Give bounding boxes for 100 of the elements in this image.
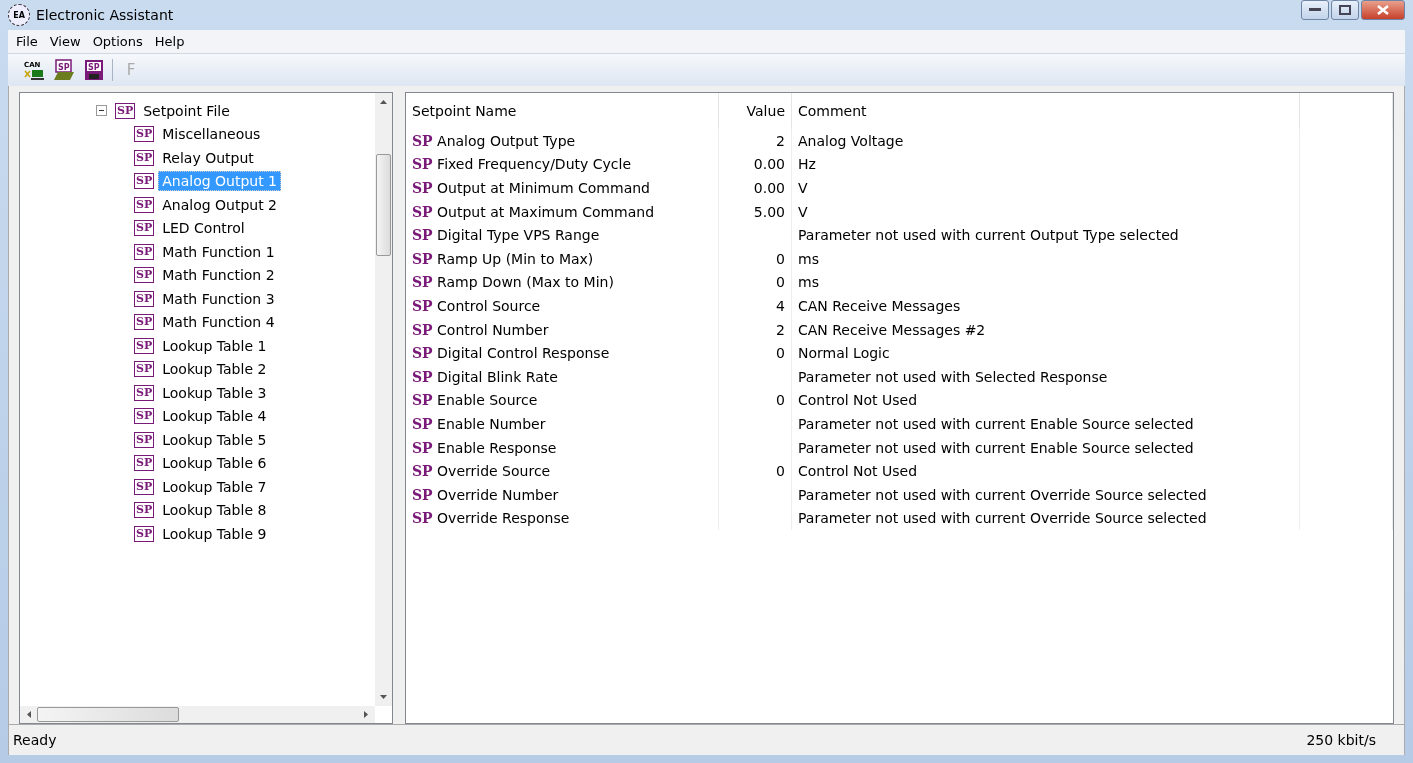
setpoint-icon: SP [412, 345, 433, 362]
setpoint-icon: SP [134, 408, 155, 425]
tree-item[interactable]: LED Control [158, 218, 249, 239]
setpoint-icon: SP [412, 368, 433, 385]
tree-item[interactable]: Math Function 2 [158, 265, 279, 286]
tree-item[interactable]: Lookup Table 8 [158, 500, 271, 521]
table-cell: 2 [776, 132, 785, 149]
table-cell: Normal Logic [798, 345, 890, 362]
table-cell: Output at Minimum Command [437, 180, 650, 196]
column-header[interactable]: Setpoint Name [406, 93, 719, 129]
tree-item[interactable]: Math Function 1 [158, 241, 279, 262]
tree-item[interactable]: Relay Output [158, 147, 258, 168]
table-cell: Parameter not used with current Enable Source selected [798, 415, 1194, 432]
menu-item[interactable]: File [10, 34, 44, 49]
table-cell: Digital Control Response [437, 345, 610, 362]
setpoint-icon: SP [412, 439, 433, 456]
table-cell: Fixed Frequency/Duty Cycle [437, 156, 631, 173]
setpoint-icon: SP [412, 250, 433, 267]
table-cell: ms [798, 250, 819, 267]
minimize-button[interactable] [1301, 0, 1329, 20]
table-cell: Parameter not used with current Output Type selected [798, 227, 1179, 244]
menu-item[interactable]: Options [86, 34, 149, 49]
tree-item[interactable]: Math Function 4 [158, 312, 279, 333]
table-cell: V [798, 180, 808, 196]
setpoint-icon: SP [412, 486, 433, 503]
setpoint-icon: SP [134, 502, 155, 519]
maximize-button[interactable] [1331, 0, 1359, 20]
setpoint-icon: SP [412, 132, 433, 149]
menu-item[interactable]: View [43, 34, 87, 49]
scroll-thumb[interactable] [376, 154, 391, 256]
table-cell: Control Number [437, 321, 549, 338]
tree-item[interactable]: Lookup Table 9 [158, 523, 271, 544]
setpoint-icon: SP [412, 274, 433, 291]
setpoint-icon: SP [134, 455, 155, 472]
table-cell: CAN Receive Messages [798, 297, 961, 314]
table-cell: 5.00 [753, 203, 785, 220]
table-cell: Digital Blink Rate [437, 368, 558, 385]
tree-item[interactable]: Lookup Table 7 [158, 476, 271, 497]
setpoint-icon: SP [412, 297, 433, 314]
setpoint-icon: SP [134, 290, 155, 307]
minimize-icon [1309, 8, 1321, 12]
table-cell: Ramp Down (Max to Min) [437, 274, 614, 291]
tree-item[interactable]: Lookup Table 6 [158, 453, 271, 474]
app-logo-icon: EA [8, 4, 30, 26]
bitrate-status: 250 kbit/s [1306, 732, 1376, 748]
setpoint-icon: SP [412, 392, 433, 409]
tree-item[interactable]: Lookup Table 3 [158, 382, 271, 403]
open-file-button[interactable]: SP [52, 58, 76, 82]
tree-item[interactable]: Analog Output 2 [158, 194, 282, 215]
column-header[interactable]: Value [718, 93, 792, 129]
horizontal-scrollbar[interactable] [20, 706, 375, 723]
menu-item[interactable]: Help [148, 34, 191, 49]
setpoint-icon: SP [412, 156, 433, 173]
tree-item[interactable]: Lookup Table 5 [158, 429, 271, 450]
close-button[interactable] [1361, 0, 1405, 20]
tree-item[interactable]: Miscellaneous [158, 124, 265, 145]
setpoint-icon: SP [134, 173, 155, 190]
table-cell: Output at Maximum Command [437, 203, 655, 220]
table-cell: 0 [776, 345, 785, 362]
tree-item[interactable]: Lookup Table 4 [158, 406, 271, 427]
setpoint-icon: SP [134, 384, 155, 401]
tree-item[interactable]: Math Function 3 [158, 288, 279, 309]
table-cell: Control Not Used [798, 463, 918, 480]
table-cell: Parameter not used with current Enable Source selected [798, 439, 1194, 456]
tree-item[interactable]: Lookup Table 2 [158, 359, 271, 380]
setpoint-icon: SP [134, 196, 155, 213]
setpoint-icon: SP [134, 126, 155, 143]
table-cell: Ramp Up (Min to Max) [437, 250, 594, 267]
setpoint-icon: SP [134, 243, 155, 260]
tree-item[interactable]: Setpoint File [139, 100, 234, 121]
setpoint-icon: SP [412, 510, 433, 527]
table-cell: Analog Output Type [437, 132, 576, 149]
setpoint-file-icon: SP [115, 102, 136, 119]
setpoint-icon: SP [134, 431, 155, 448]
table-cell: CAN Receive Messages #2 [798, 321, 986, 338]
column-header[interactable]: Comment [791, 93, 1300, 129]
window-title: Electronic Assistant [36, 7, 174, 23]
table-cell: 4 [776, 297, 785, 314]
setpoint-icon: SP [412, 415, 433, 432]
setpoint-icon: SP [134, 267, 155, 284]
setpoint-icon: SP [134, 478, 155, 495]
table-cell: Analog Voltage [798, 132, 904, 149]
scroll-thumb[interactable] [37, 707, 179, 722]
table-cell: 2 [776, 321, 785, 338]
table-cell: V [798, 203, 808, 220]
tree-item[interactable]: Lookup Table 1 [158, 335, 271, 356]
table-cell: Enable Source [437, 392, 538, 409]
table-cell: Enable Response [437, 439, 557, 456]
table-cell: 0 [776, 463, 785, 480]
table-cell: Control Source [437, 297, 541, 314]
collapse-toggle[interactable] [96, 105, 107, 117]
table-cell: Parameter not used with Selected Response [798, 368, 1108, 385]
table-cell: Hz [798, 156, 816, 173]
table-cell: 0.00 [753, 156, 785, 173]
setpoint-icon: SP [412, 321, 433, 338]
table-cell: 0.00 [753, 180, 785, 196]
save-file-button[interactable]: SP [82, 58, 106, 82]
table-cell: Enable Number [437, 415, 546, 432]
setpoint-icon: SP [412, 227, 433, 244]
setpoint-icon: SP [134, 149, 155, 166]
